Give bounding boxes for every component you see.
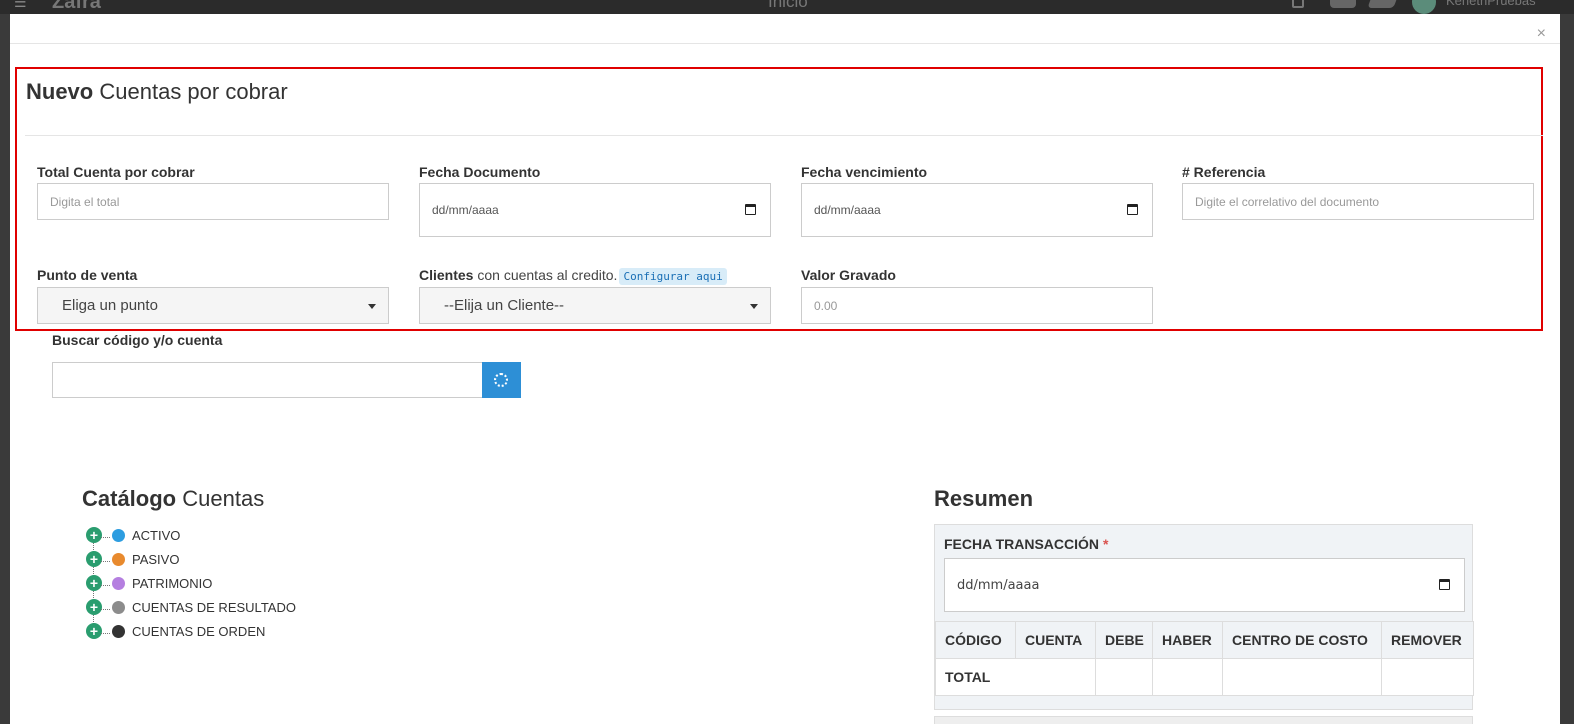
column-header: HABER <box>1152 621 1223 659</box>
chevron-down-icon <box>368 303 376 309</box>
tree-connector <box>101 585 110 586</box>
referencia-label: # Referencia <box>1182 164 1266 180</box>
table-row: TOTAL <box>935 658 1474 696</box>
fecha-documento-label: Fecha Documento <box>419 164 541 180</box>
fecha-vencimiento-input[interactable]: dd/mm/aaaa <box>801 183 1153 237</box>
page-title: Inicio <box>768 0 808 11</box>
valor-gravado-placeholder: 0.00 <box>814 298 838 313</box>
expand-plus-icon[interactable]: + <box>86 551 102 567</box>
menu-icon[interactable]: ☰ <box>14 0 27 11</box>
mobile-icon[interactable] <box>1292 0 1304 8</box>
debe-total-cell <box>1095 658 1153 696</box>
column-header: CUENTA <box>1015 621 1096 659</box>
valor-gravado-input[interactable]: 0.00 <box>801 287 1153 324</box>
form-title-text: Cuentas por cobrar <box>99 79 288 104</box>
tree-connector <box>101 561 110 562</box>
referencia-input[interactable]: Digite el correlativo del documento <box>1182 183 1534 220</box>
fecha-transaccion-input[interactable]: dd/mm/aaaa <box>944 558 1465 612</box>
modal-dialog: × Nuevo Cuentas por cobrar Total Cuenta … <box>10 14 1560 724</box>
catalogo-title-bold: Catálogo <box>82 486 177 511</box>
fecha-documento-input[interactable]: dd/mm/aaaa <box>419 183 771 237</box>
search-button[interactable] <box>482 362 521 398</box>
gray-dot-icon <box>112 600 125 614</box>
fecha-documento-value: dd/mm/aaaa <box>432 203 499 217</box>
form-title-bold: Nuevo <box>26 79 94 104</box>
resumen-panel: FECHA TRANSACCIÓN * dd/mm/aaaa CÓDIGO CU… <box>934 524 1474 710</box>
chevron-down-icon <box>750 303 758 309</box>
valor-gravado-label: Valor Gravado <box>801 267 896 283</box>
resumen-title: Resumen <box>934 486 1034 511</box>
fecha-vencimiento-label: Fecha vencimiento <box>801 164 928 180</box>
buscar-input[interactable] <box>52 362 483 398</box>
tree-label[interactable]: PASIVO <box>132 552 179 567</box>
tree-connector <box>101 633 110 634</box>
tree-label[interactable]: PATRIMONIO <box>132 576 212 591</box>
fecha-transaccion-label: FECHA TRANSACCIÓN * <box>944 536 1108 552</box>
divider <box>25 135 1543 136</box>
buscar-label: Buscar código y/o cuenta <box>52 332 223 348</box>
user-menu[interactable]: KenethPruebas <box>1446 0 1536 8</box>
next-panel <box>934 716 1473 724</box>
tree-label[interactable]: CUENTAS DE ORDEN <box>132 624 265 639</box>
column-header: CÓDIGO <box>935 621 1016 659</box>
remover-cell <box>1381 658 1474 696</box>
punto-venta-label: Punto de venta <box>37 267 138 283</box>
clientes-select[interactable]: --Elija un Cliente-- <box>419 287 771 324</box>
tree-connector <box>101 609 110 610</box>
total-input[interactable]: Digita el total <box>37 183 389 220</box>
tree-label[interactable]: CUENTAS DE RESULTADO <box>132 600 296 615</box>
catalogo-title: Catálogo Cuentas <box>82 486 264 512</box>
calendar-icon[interactable] <box>1439 579 1450 590</box>
tree-label[interactable]: ACTIVO <box>132 528 180 543</box>
graduation-icon[interactable] <box>1330 0 1356 8</box>
fecha-vencimiento-value: dd/mm/aaaa <box>814 203 881 217</box>
tags-icon[interactable] <box>1367 0 1399 8</box>
fecha-transaccion-value: dd/mm/aaaa <box>957 577 1040 593</box>
blue-dot-icon <box>112 528 125 542</box>
black-dot-icon <box>112 624 125 638</box>
punto-venta-selected: Eliga un punto <box>62 297 158 314</box>
expand-plus-icon[interactable]: + <box>86 623 102 639</box>
app-logo: Zafra <box>52 0 101 13</box>
expand-plus-icon[interactable]: + <box>86 575 102 591</box>
catalogo-title-text: Cuentas <box>182 486 265 511</box>
spinner-icon <box>494 373 508 387</box>
total-cell: TOTAL <box>935 658 1096 696</box>
punto-venta-select[interactable]: Eliga un punto <box>37 287 389 324</box>
total-placeholder: Digita el total <box>50 194 120 209</box>
close-icon[interactable]: × <box>1537 26 1546 42</box>
column-header: DEBE <box>1095 621 1153 659</box>
avatar[interactable] <box>1412 0 1436 14</box>
column-header: CENTRO DE COSTO <box>1222 621 1382 659</box>
configurar-link[interactable]: Configurar aqui <box>619 267 727 285</box>
clientes-label-bold: Clientes <box>419 267 474 283</box>
total-label: Total Cuenta por cobrar <box>37 164 195 180</box>
required-mark: * <box>1102 536 1109 552</box>
clientes-label: Clientes con cuentas al credito. Configur… <box>419 267 727 285</box>
clientes-selected: --Elija un Cliente-- <box>444 297 565 314</box>
form-title: Nuevo Cuentas por cobrar <box>26 79 288 105</box>
referencia-placeholder: Digite el correlativo del documento <box>1195 194 1380 209</box>
clientes-label-text: con cuentas al credito. <box>477 267 618 283</box>
calendar-icon[interactable] <box>745 204 756 215</box>
purple-dot-icon <box>112 576 125 590</box>
resumen-table: CÓDIGO CUENTA DEBE HABER CENTRO DE COSTO… <box>935 621 1474 696</box>
orange-dot-icon <box>112 552 125 566</box>
cuentas-por-cobrar-form: Nuevo Cuentas por cobrar Total Cuenta po… <box>15 67 1543 331</box>
modal-header: × <box>10 14 1560 44</box>
expand-plus-icon[interactable]: + <box>86 527 102 543</box>
haber-total-cell <box>1152 658 1223 696</box>
table-header-row: CÓDIGO CUENTA DEBE HABER CENTRO DE COSTO… <box>935 621 1474 659</box>
expand-plus-icon[interactable]: + <box>86 599 102 615</box>
tree-connector <box>101 537 110 538</box>
app-header: ☰ Zafra Inicio KenethPruebas <box>0 0 1574 14</box>
centro-costo-cell <box>1222 658 1382 696</box>
column-header: REMOVER <box>1381 621 1474 659</box>
fecha-transaccion-text: FECHA TRANSACCIÓN <box>944 536 1100 552</box>
calendar-icon[interactable] <box>1127 204 1138 215</box>
